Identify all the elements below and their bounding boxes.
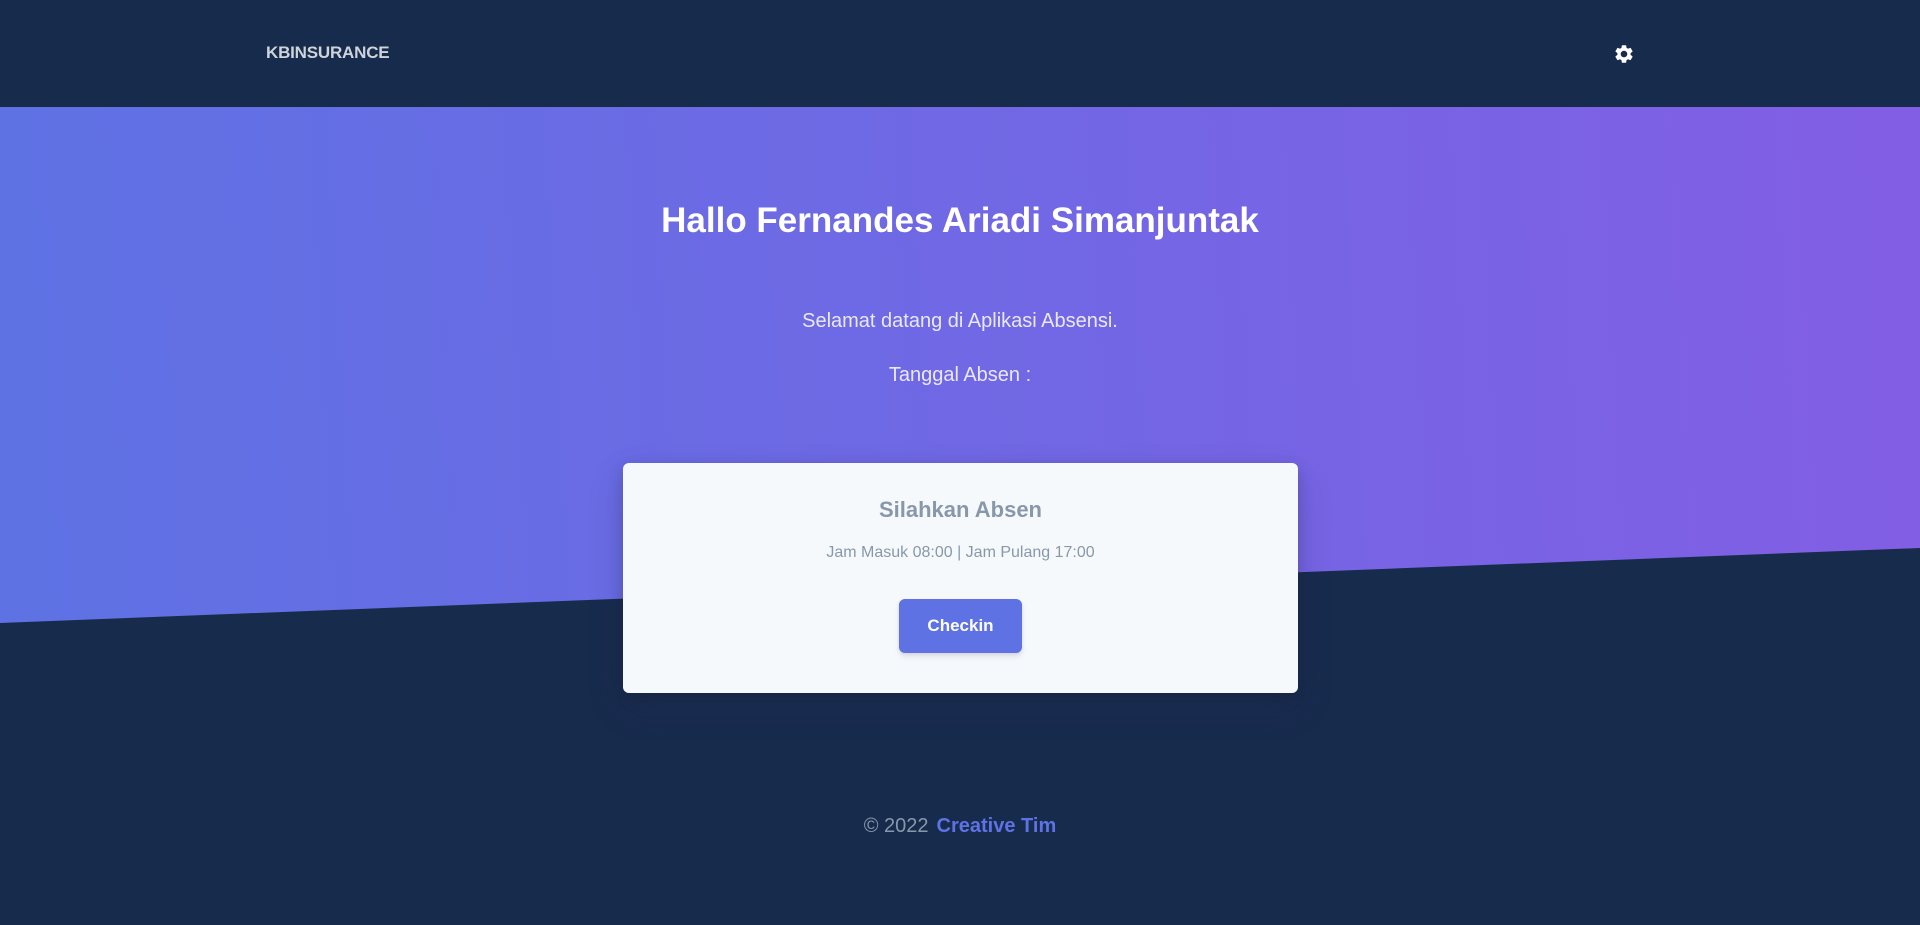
copyright-text: © 2022 (863, 815, 929, 837)
card-title: Silahkan Absen (878, 497, 1042, 522)
attendance-date-label: Tanggal Absen : (888, 364, 1032, 386)
page: KBINSURANCE Hallo Fernandes Ariadi Siman… (0, 0, 1920, 925)
checkin-button[interactable]: Checkin (899, 599, 1022, 653)
brand-logo[interactable]: KBINSURANCE (266, 43, 390, 63)
welcome-text: Selamat datang di Aplikasi Absensi. (802, 310, 1118, 332)
work-hours-text: Jam Masuk 08:00 | Jam Pulang 17:00 (826, 544, 1095, 561)
top-navbar: KBINSURANCE (0, 0, 1920, 107)
greeting-title: Hallo Fernandes Ariadi Simanjuntak (661, 201, 1259, 240)
footer: © 2022 Creative Tim (660, 815, 1260, 838)
attendance-card: Silahkan Absen Jam Masuk 08:00 | Jam Pul… (623, 463, 1298, 693)
gear-icon[interactable] (1613, 43, 1635, 65)
gear-icon-graphic (1615, 45, 1633, 63)
creative-tim-link[interactable]: Creative Tim (937, 815, 1057, 837)
